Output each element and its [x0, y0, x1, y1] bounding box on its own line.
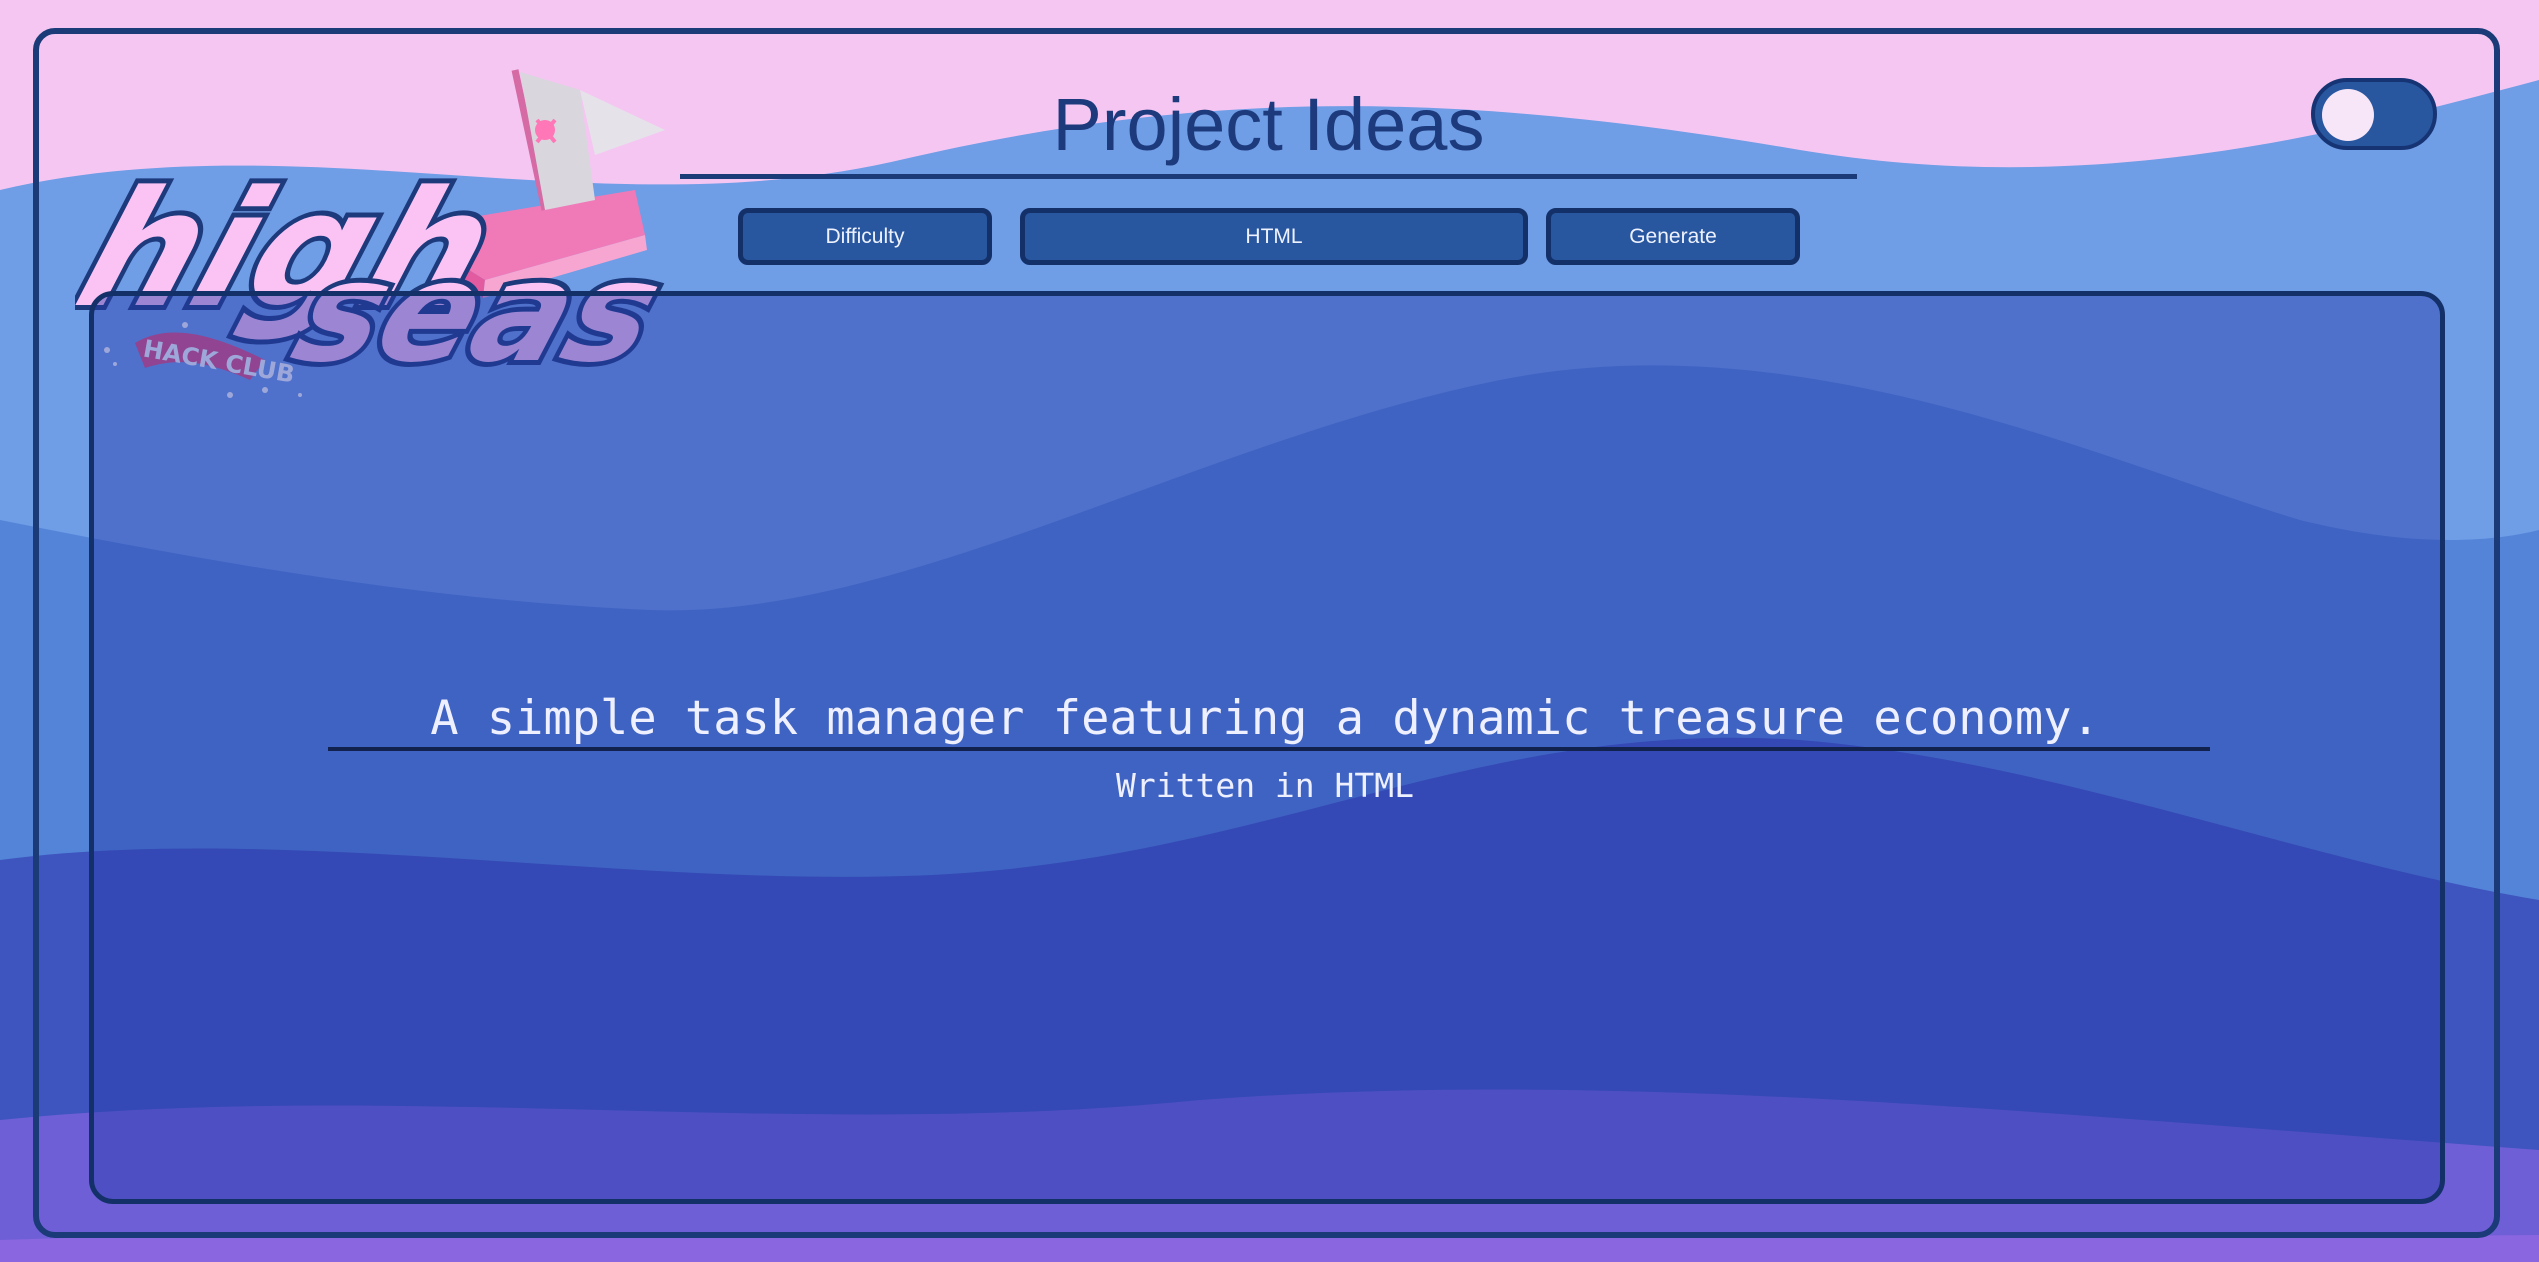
- language-select-button[interactable]: HTML: [1020, 208, 1528, 265]
- language-line: Written in HTML: [1115, 766, 1414, 805]
- theme-toggle[interactable]: [2311, 78, 2437, 150]
- generate-button[interactable]: Generate: [1546, 208, 1800, 265]
- idea-divider: [328, 747, 2210, 751]
- project-idea-text: A simple task manager featuring a dynami…: [430, 691, 2100, 746]
- page-title: Project Ideas: [1052, 83, 1485, 166]
- title-divider: [680, 174, 1857, 179]
- difficulty-button[interactable]: Difficulty: [738, 208, 992, 265]
- toggle-knob: [2322, 89, 2374, 141]
